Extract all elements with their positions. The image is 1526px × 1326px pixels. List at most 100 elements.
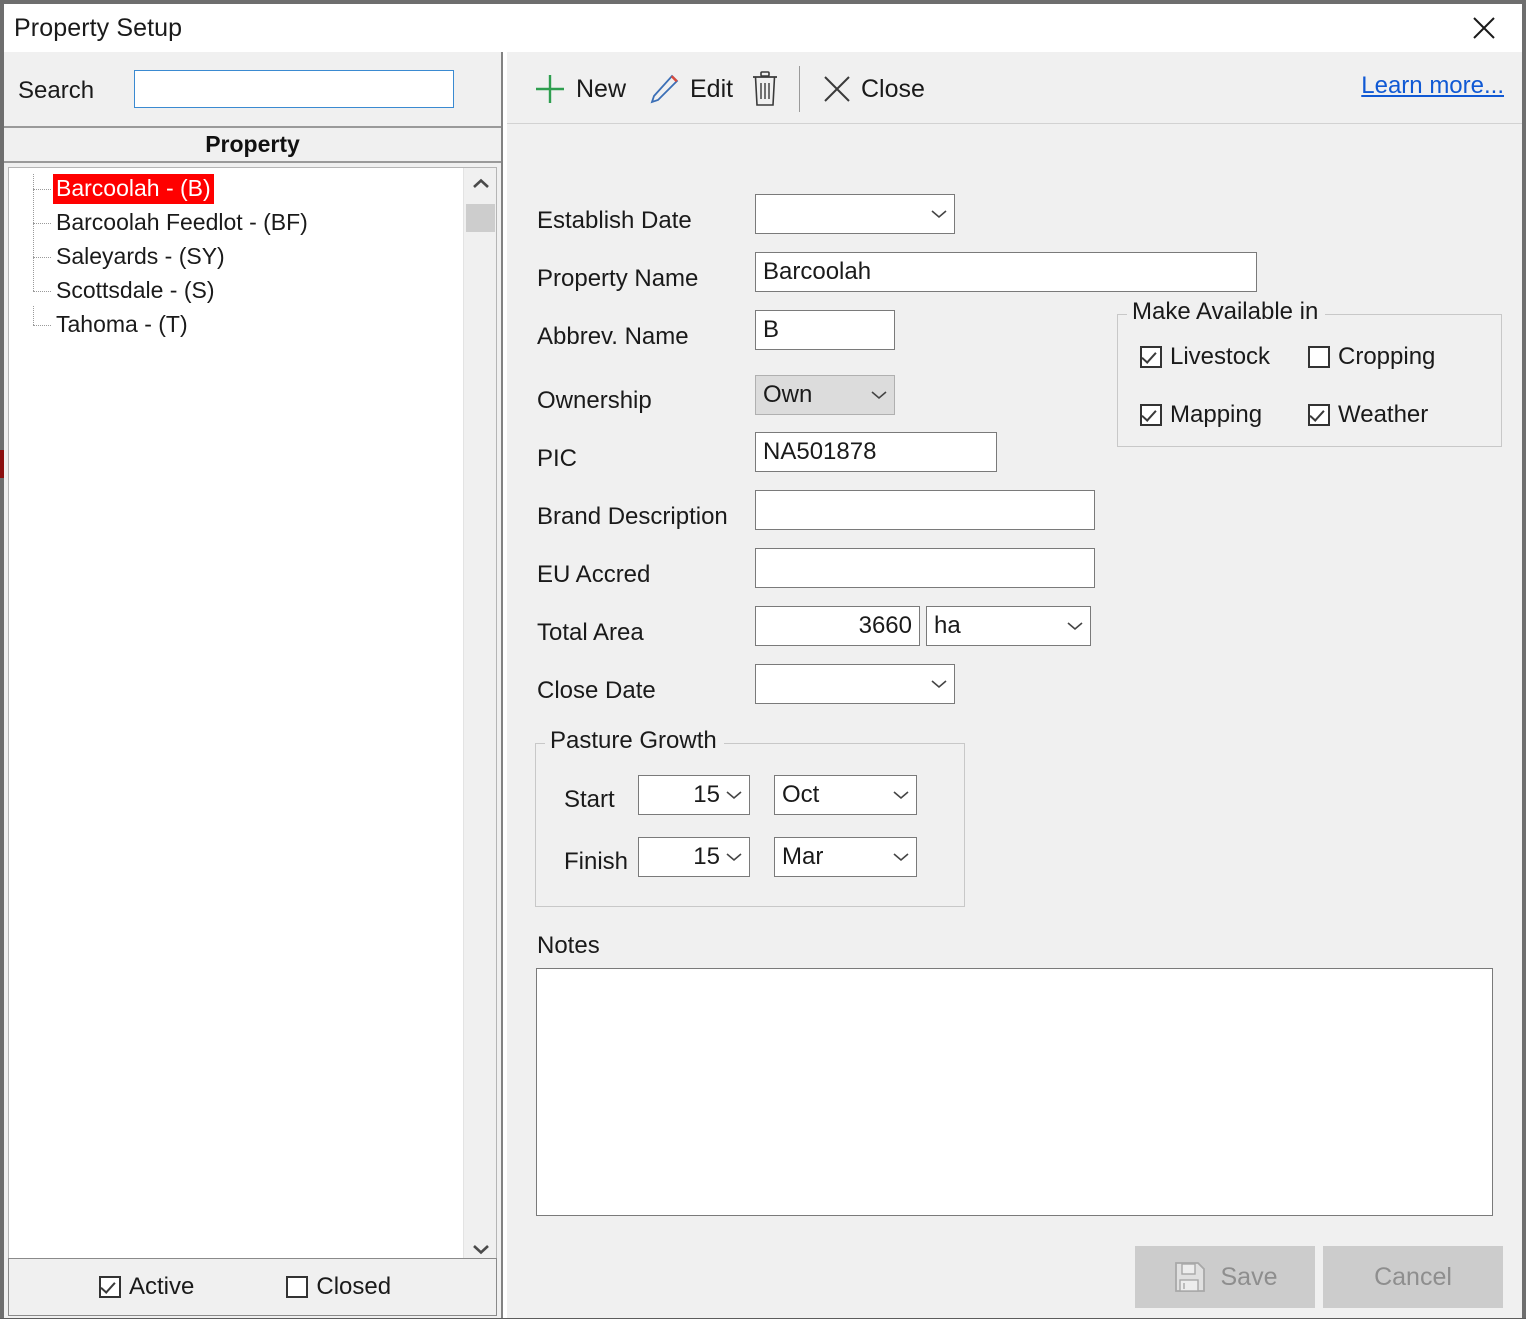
make-available-title: Make Available in: [1127, 298, 1326, 326]
tree-item-label: Scottsdale - (S): [56, 277, 215, 303]
abbrev-name-label: Abbrev. Name: [537, 323, 689, 350]
eu-accred-input[interactable]: [755, 548, 1095, 588]
establish-date-label: Establish Date: [537, 207, 692, 234]
filter-closed-label: Closed: [316, 1273, 392, 1300]
checkbox-livestock[interactable]: Livestock: [1140, 343, 1270, 371]
total-area-unit-combo[interactable]: ha: [926, 606, 1091, 646]
total-area-unit-value: ha: [934, 612, 961, 639]
property-name-input[interactable]: [755, 252, 1257, 292]
abbrev-name-input[interactable]: [755, 310, 895, 350]
filter-closed-checkbox[interactable]: Closed: [286, 1273, 391, 1301]
pasture-finish-day-combo[interactable]: 15: [638, 837, 750, 877]
new-button-label: New: [576, 74, 627, 103]
tree-item-barcoolah[interactable]: Barcoolah - (B): [9, 172, 449, 206]
total-area-input[interactable]: [755, 606, 920, 646]
pasture-start-day-value: 15: [693, 781, 720, 808]
property-name-label: Property Name: [537, 265, 699, 292]
pasture-start-label: Start: [564, 786, 615, 813]
close-date-combo[interactable]: [755, 664, 955, 704]
close-window-button[interactable]: [1452, 4, 1516, 52]
edit-button-label: Edit: [690, 74, 734, 103]
checkbox-livestock-label: Livestock: [1170, 343, 1271, 370]
learn-more-link[interactable]: Learn more...: [1361, 72, 1504, 100]
chevron-down-icon: [1067, 622, 1083, 631]
search-input[interactable]: [134, 70, 454, 108]
property-tree-scrollbar[interactable]: [463, 168, 496, 1264]
property-detail-panel: New Edit Close Learn more... Establish D…: [507, 52, 1522, 1318]
toolbar-separator: [799, 66, 800, 112]
eu-accred-label: EU Accred: [537, 561, 651, 588]
chevron-down-icon: [893, 853, 909, 862]
chevron-down-icon: [931, 210, 947, 219]
scrollbar-thumb[interactable]: [466, 204, 495, 232]
pasture-growth-groupbox: Pasture Growth Start 15 Oct Finish 15 Ma…: [535, 727, 965, 907]
checkbox-cropping[interactable]: Cropping: [1308, 343, 1435, 371]
pasture-growth-title: Pasture Growth: [545, 727, 724, 755]
make-available-groupbox: Make Available in Livestock Cropping Map…: [1117, 298, 1502, 447]
tree-item-barcoolah-feedlot[interactable]: Barcoolah Feedlot - (BF): [9, 189, 449, 240]
establish-date-combo[interactable]: [755, 194, 955, 234]
checkbox-icon: [1308, 404, 1330, 426]
close-toolbar-label: Close: [861, 74, 925, 103]
cancel-button-label: Cancel: [1374, 1262, 1452, 1291]
chevron-down-icon: [726, 853, 742, 862]
new-button[interactable]: New: [533, 66, 626, 112]
total-area-label: Total Area: [537, 619, 644, 646]
search-row: Search: [4, 52, 501, 128]
background-window-sliver-bottom: [0, 1318, 1526, 1326]
scroll-up-button[interactable]: [464, 168, 496, 198]
pic-input[interactable]: [755, 432, 997, 472]
close-icon: [1473, 17, 1495, 39]
floppy-disk-icon: [1173, 1260, 1207, 1294]
tree-item-label: Saleyards - (SY): [56, 243, 225, 269]
tree-item-label: Tahoma - (T): [56, 311, 188, 337]
brand-description-input[interactable]: [755, 490, 1095, 530]
save-button-label: Save: [1220, 1262, 1278, 1291]
tree-item-saleyards[interactable]: Saleyards - (SY): [9, 223, 449, 274]
ownership-combo[interactable]: Own: [755, 375, 895, 415]
brand-description-label: Brand Description: [537, 503, 728, 530]
pasture-finish-day-value: 15: [693, 843, 720, 870]
pasture-start-month-value: Oct: [782, 781, 820, 808]
pic-label: PIC: [537, 445, 578, 472]
close-toolbar-button[interactable]: Close: [822, 66, 925, 112]
search-label: Search: [18, 77, 95, 104]
chevron-down-icon: [931, 680, 947, 689]
pasture-start-month-combo[interactable]: Oct: [774, 775, 917, 815]
tree-item-scottsdale[interactable]: Scottsdale - (S): [9, 257, 449, 308]
edit-button[interactable]: Edit: [647, 66, 733, 112]
checkbox-cropping-label: Cropping: [1338, 343, 1436, 370]
cancel-button[interactable]: Cancel: [1323, 1246, 1503, 1308]
property-column-header: Property: [4, 128, 501, 163]
checkbox-icon: [99, 1276, 121, 1298]
property-form: Establish Date Property Name Abbrev. Nam…: [507, 124, 1522, 1318]
property-list-panel: Search Property Barcoolah - (B) Barcoola…: [4, 52, 503, 1318]
notes-label: Notes: [537, 932, 600, 959]
title-bar: Property Setup: [4, 4, 1522, 52]
pasture-finish-month-value: Mar: [782, 843, 824, 870]
checkbox-mapping[interactable]: Mapping: [1140, 401, 1262, 429]
trash-icon: [753, 71, 777, 106]
chevron-down-icon: [472, 1244, 489, 1254]
property-setup-window: Property Setup Search Property Barcoolah…: [4, 4, 1522, 1318]
save-button[interactable]: Save: [1135, 1246, 1315, 1308]
checkbox-weather-label: Weather: [1338, 401, 1429, 428]
pasture-start-day-combo[interactable]: 15: [638, 775, 750, 815]
checkbox-mapping-label: Mapping: [1170, 401, 1263, 428]
chevron-down-icon: [871, 391, 887, 400]
tree-item-label: Barcoolah - (B): [53, 174, 214, 204]
notes-textarea[interactable]: [536, 968, 1493, 1216]
checkbox-icon: [1308, 346, 1330, 368]
chevron-down-icon: [893, 791, 909, 800]
tree-item-tahoma[interactable]: Tahoma - (T): [9, 306, 449, 342]
pasture-finish-label: Finish: [564, 848, 629, 875]
ownership-label: Ownership: [537, 387, 652, 414]
property-tree[interactable]: Barcoolah - (B) Barcoolah Feedlot - (BF)…: [8, 167, 497, 1265]
delete-button[interactable]: [749, 66, 781, 112]
tree-item-label: Barcoolah Feedlot - (BF): [56, 209, 308, 235]
checkbox-weather[interactable]: Weather: [1308, 401, 1428, 429]
filter-active-checkbox[interactable]: Active: [99, 1273, 194, 1301]
checkbox-icon: [286, 1276, 309, 1298]
filter-active-label: Active: [129, 1273, 195, 1300]
pasture-finish-month-combo[interactable]: Mar: [774, 837, 917, 877]
